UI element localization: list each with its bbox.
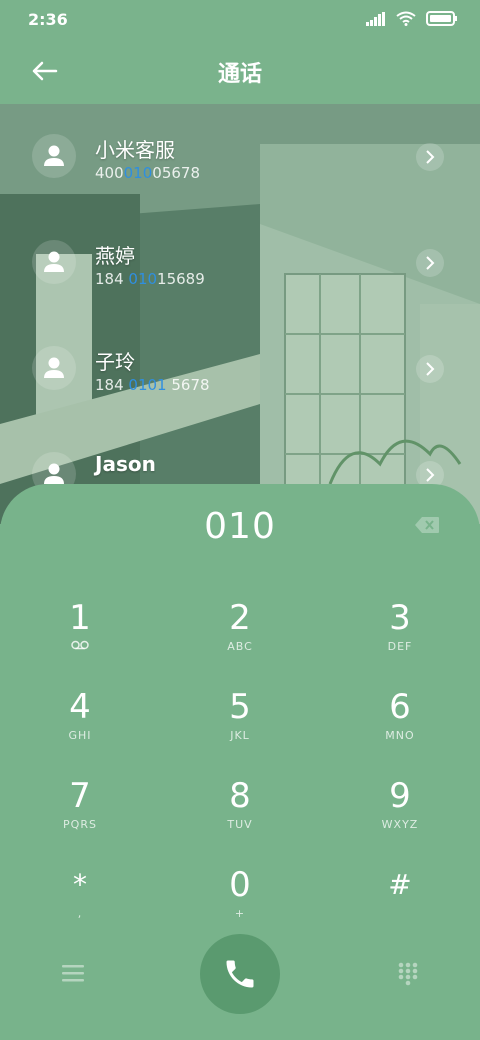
avatar [32, 346, 76, 390]
key-digit: 8 [229, 776, 251, 816]
person-icon [44, 251, 64, 272]
contact-name: 燕婷 [95, 244, 135, 268]
key-letters: + [234, 907, 246, 920]
dialer-bottom-bar [0, 932, 480, 1022]
contact-name: 子玲 [95, 350, 135, 374]
contact-number: 40001005678 [95, 164, 200, 182]
key-1[interactable]: 1 [20, 598, 140, 674]
key-letters: GHI [68, 729, 92, 742]
person-icon [44, 357, 64, 378]
key-7[interactable]: 7 PQRS [20, 776, 140, 852]
key-digit: 1 [69, 598, 91, 638]
status-bar: 2:36 [0, 0, 480, 40]
chevron-right-icon[interactable] [416, 143, 444, 171]
menu-icon[interactable] [62, 964, 84, 986]
key-digit: 2 [229, 598, 251, 638]
key-4[interactable]: 4 GHI [20, 687, 140, 763]
key-2[interactable]: 2 ABC [180, 598, 300, 674]
key-8[interactable]: 8 TUV [180, 776, 300, 852]
key-letters [340, 907, 460, 921]
key-digit: 7 [69, 776, 91, 816]
key-hash[interactable]: # [340, 865, 460, 941]
key-digit: 9 [389, 776, 411, 816]
status-icons [366, 11, 458, 30]
call-button[interactable] [200, 934, 280, 1014]
key-digit: # [388, 868, 412, 901]
key-letters: TUV [227, 818, 253, 831]
dialed-number[interactable]: 010 [0, 506, 480, 547]
key-5[interactable]: 5 JKL [180, 687, 300, 763]
contact-number: 184 01015689 [95, 270, 205, 288]
key-digit: 6 [389, 687, 411, 727]
key-letters: WXYZ [381, 818, 419, 831]
key-letters: , [77, 907, 83, 920]
key-letters: PQRS [63, 818, 97, 831]
contact-name: Jason [95, 452, 156, 476]
key-digit: 5 [229, 687, 251, 727]
voicemail-icon [20, 640, 140, 654]
key-digit: 3 [389, 598, 411, 638]
contact-list: 小米客服 40001005678 燕婷 184 01015689 子玲 184 … [0, 104, 480, 504]
wifi-icon [396, 11, 416, 30]
avatar [32, 240, 76, 284]
key-star[interactable]: * , [20, 865, 140, 941]
dialpad-sheet: 010 1 2 ABC 3 DEF 4 GHI 5 JKL 6 MNO 7 PQ… [0, 484, 480, 1040]
key-digit: * [73, 868, 87, 901]
status-time: 2:36 [28, 10, 68, 29]
contact-name: 小米客服 [95, 138, 175, 162]
key-0[interactable]: 0 + [180, 865, 300, 941]
header: 通话 [0, 40, 480, 104]
signal-icon [366, 11, 386, 30]
chevron-right-icon[interactable] [416, 355, 444, 383]
contact-item[interactable]: 子玲 184 0101 5678 [0, 316, 480, 406]
phone-icon [226, 960, 254, 988]
contact-item[interactable]: 小米客服 40001005678 [0, 104, 480, 194]
key-3[interactable]: 3 DEF [340, 598, 460, 674]
avatar [32, 134, 76, 178]
contact-number: 184 0101 5678 [95, 376, 210, 394]
key-letters: JKL [230, 729, 250, 742]
page-title: 通话 [217, 62, 262, 87]
key-digit: 0 [229, 865, 251, 905]
person-icon [44, 145, 64, 166]
key-letters: ABC [227, 640, 253, 653]
backspace-icon[interactable] [414, 516, 440, 538]
chevron-right-icon[interactable] [416, 249, 444, 277]
battery-icon [426, 11, 458, 30]
key-letters: MNO [385, 729, 415, 742]
dialpad-toggle-icon[interactable] [398, 962, 418, 990]
key-letters: DEF [387, 640, 413, 653]
key-9[interactable]: 9 WXYZ [340, 776, 460, 852]
contact-item[interactable]: 燕婷 184 01015689 [0, 210, 480, 300]
key-digit: 4 [69, 687, 91, 727]
key-6[interactable]: 6 MNO [340, 687, 460, 763]
person-icon [44, 463, 64, 484]
